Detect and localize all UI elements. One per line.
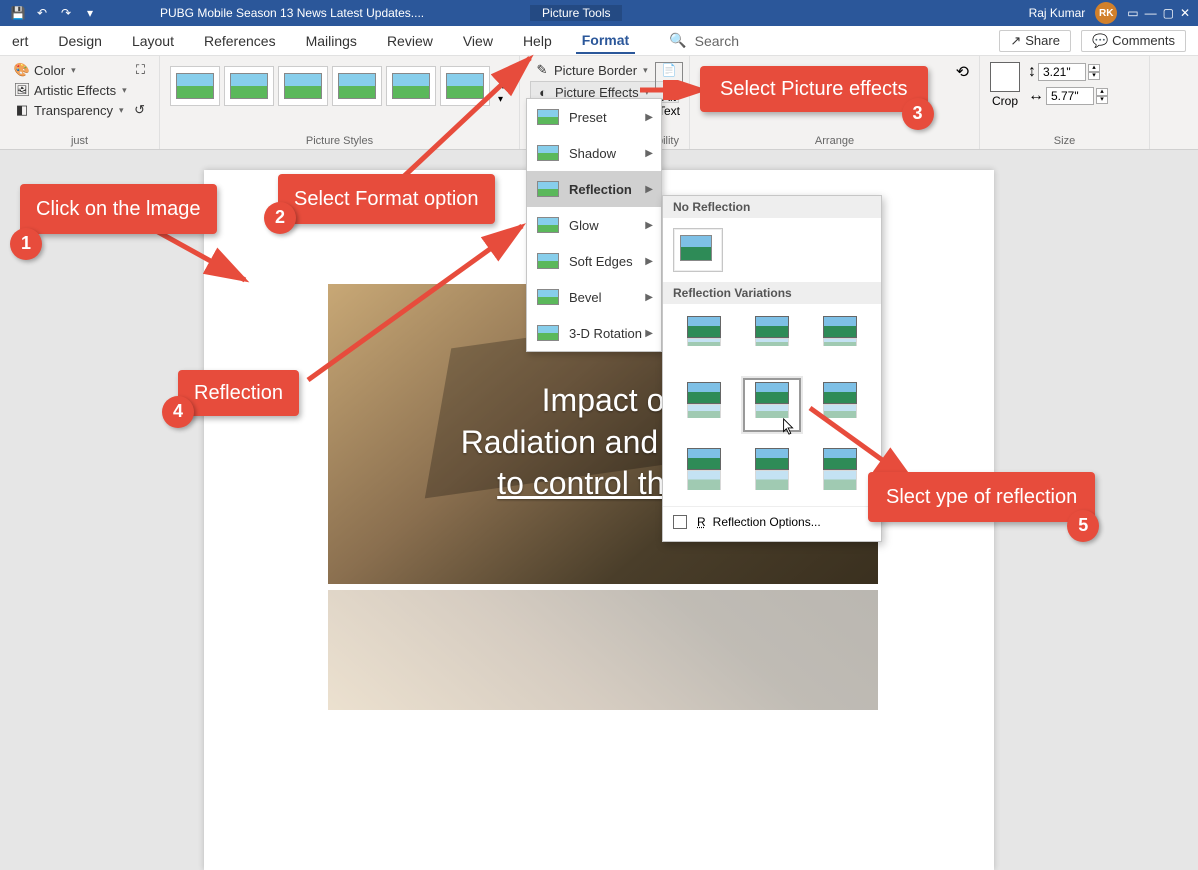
no-reflection-option[interactable] <box>673 228 723 272</box>
width-up[interactable]: ▴ <box>1096 88 1108 96</box>
style-preset[interactable] <box>386 66 436 106</box>
artistic-effects-button[interactable]: 🖼Artistic Effects▾ <box>10 80 149 100</box>
crop-icon[interactable] <box>990 62 1020 92</box>
minimize-icon[interactable]: — <box>1145 6 1157 20</box>
contextual-tab-label: Picture Tools <box>520 4 632 22</box>
tab-format[interactable]: Format <box>576 28 635 54</box>
quick-access-toolbar: 💾 ↶ ↷ ▾ <box>0 5 108 21</box>
adjust-group-label: just <box>10 133 149 147</box>
callout-3: Select Picture effects 3 <box>700 66 928 112</box>
style-preset[interactable] <box>278 66 328 106</box>
picture-effects-menu: Preset▶ Shadow▶ Reflection▶ Glow▶ Soft E… <box>526 98 662 352</box>
size-group-label: Size <box>990 133 1139 147</box>
options-icon <box>673 515 687 529</box>
ribbon-options-icon[interactable]: ▭ <box>1127 6 1138 20</box>
save-icon[interactable]: 💾 <box>10 5 26 21</box>
style-preset[interactable] <box>332 66 382 106</box>
maximize-icon[interactable]: ▢ <box>1163 6 1174 20</box>
width-icon: ↔ <box>1028 87 1044 105</box>
search-icon[interactable]: 🔍 <box>669 32 686 49</box>
rotate-icon[interactable]: ⟲ <box>956 62 969 82</box>
tab-view[interactable]: View <box>457 29 499 53</box>
reflection-variation[interactable] <box>745 446 799 496</box>
transparency-button[interactable]: ◧Transparency▾ ↺ <box>10 100 149 120</box>
style-preset[interactable] <box>440 66 490 106</box>
color-button[interactable]: 🎨Color▾ ⛶ <box>10 60 149 80</box>
arrange-group-label: Arrange <box>700 133 969 147</box>
width-down[interactable]: ▾ <box>1096 96 1108 104</box>
reflection-variation[interactable] <box>813 380 867 430</box>
tab-mailings[interactable]: Mailings <box>300 29 363 53</box>
compress-icon[interactable]: ⛶ <box>136 62 145 78</box>
effects-soft-edges[interactable]: Soft Edges▶ <box>527 243 661 279</box>
reflection-variation[interactable] <box>677 380 731 430</box>
effects-shadow[interactable]: Shadow▶ <box>527 135 661 171</box>
effects-glow[interactable]: Glow▶ <box>527 207 661 243</box>
no-reflection-header: No Reflection <box>663 196 881 218</box>
gallery-down-icon[interactable]: ▼ <box>498 81 508 92</box>
height-up[interactable]: ▴ <box>1088 64 1100 72</box>
gallery-up-icon[interactable]: ▲ <box>498 68 508 79</box>
redo-icon[interactable]: ↷ <box>58 5 74 21</box>
callout-2: Select Format option 2 <box>278 174 495 224</box>
reflection-variation[interactable] <box>813 314 867 364</box>
ribbon-tabs: ert Design Layout References Mailings Re… <box>0 26 1198 56</box>
style-preset[interactable] <box>170 66 220 106</box>
share-button[interactable]: ↗ Share <box>999 30 1071 52</box>
search-label[interactable]: Search <box>695 33 739 49</box>
reflection-variation[interactable] <box>677 314 731 364</box>
tab-review[interactable]: Review <box>381 29 439 53</box>
width-input[interactable] <box>1046 87 1094 105</box>
tab-help[interactable]: Help <box>517 29 558 53</box>
height-icon: ↕ <box>1028 63 1036 81</box>
close-icon[interactable]: ✕ <box>1180 6 1190 20</box>
styles-group-label: Picture Styles <box>170 133 509 147</box>
tab-references[interactable]: References <box>198 29 282 53</box>
user-avatar[interactable]: RK <box>1095 2 1117 24</box>
reflection-submenu: No Reflection Reflection Variations RRef… <box>662 195 882 542</box>
reflection-options[interactable]: RReflection Options... <box>663 506 881 537</box>
effects-preset[interactable]: Preset▶ <box>527 99 661 135</box>
document-title: PUBG Mobile Season 13 News Latest Update… <box>160 6 424 20</box>
effects-bevel[interactable]: Bevel▶ <box>527 279 661 315</box>
reset-icon[interactable]: ↺ <box>134 102 145 118</box>
reflection-variation[interactable] <box>677 446 731 496</box>
user-name: Raj Kumar <box>1029 6 1086 20</box>
picture-styles-gallery[interactable]: ▲ ▼ ▾ <box>170 60 509 112</box>
style-preset[interactable] <box>224 66 274 106</box>
tab-insert[interactable]: ert <box>6 29 34 53</box>
callout-4: Reflection 4 <box>178 370 299 416</box>
title-bar: 💾 ↶ ↷ ▾ PUBG Mobile Season 13 News Lates… <box>0 0 1198 26</box>
effects-reflection[interactable]: Reflection▶ <box>527 171 661 207</box>
crop-button[interactable]: Crop <box>990 94 1020 108</box>
undo-icon[interactable]: ↶ <box>34 5 50 21</box>
variations-header: Reflection Variations <box>663 282 881 304</box>
tab-layout[interactable]: Layout <box>126 29 180 53</box>
cursor-icon <box>782 418 796 436</box>
qat-more-icon[interactable]: ▾ <box>82 5 98 21</box>
image-reflection <box>328 590 878 710</box>
callout-1: Click on the lmage 1 <box>20 184 217 234</box>
reflection-variation[interactable] <box>745 314 799 364</box>
gallery-more-icon[interactable]: ▾ <box>498 94 508 105</box>
tab-design[interactable]: Design <box>52 29 108 53</box>
comments-button[interactable]: 💬 Comments <box>1081 30 1186 52</box>
height-down[interactable]: ▾ <box>1088 72 1100 80</box>
reflection-variation[interactable] <box>813 446 867 496</box>
height-input[interactable] <box>1038 63 1086 81</box>
effects-3d-rotation[interactable]: 3-D Rotation▶ <box>527 315 661 351</box>
callout-5: Slect ype of reflection 5 <box>868 472 1095 522</box>
